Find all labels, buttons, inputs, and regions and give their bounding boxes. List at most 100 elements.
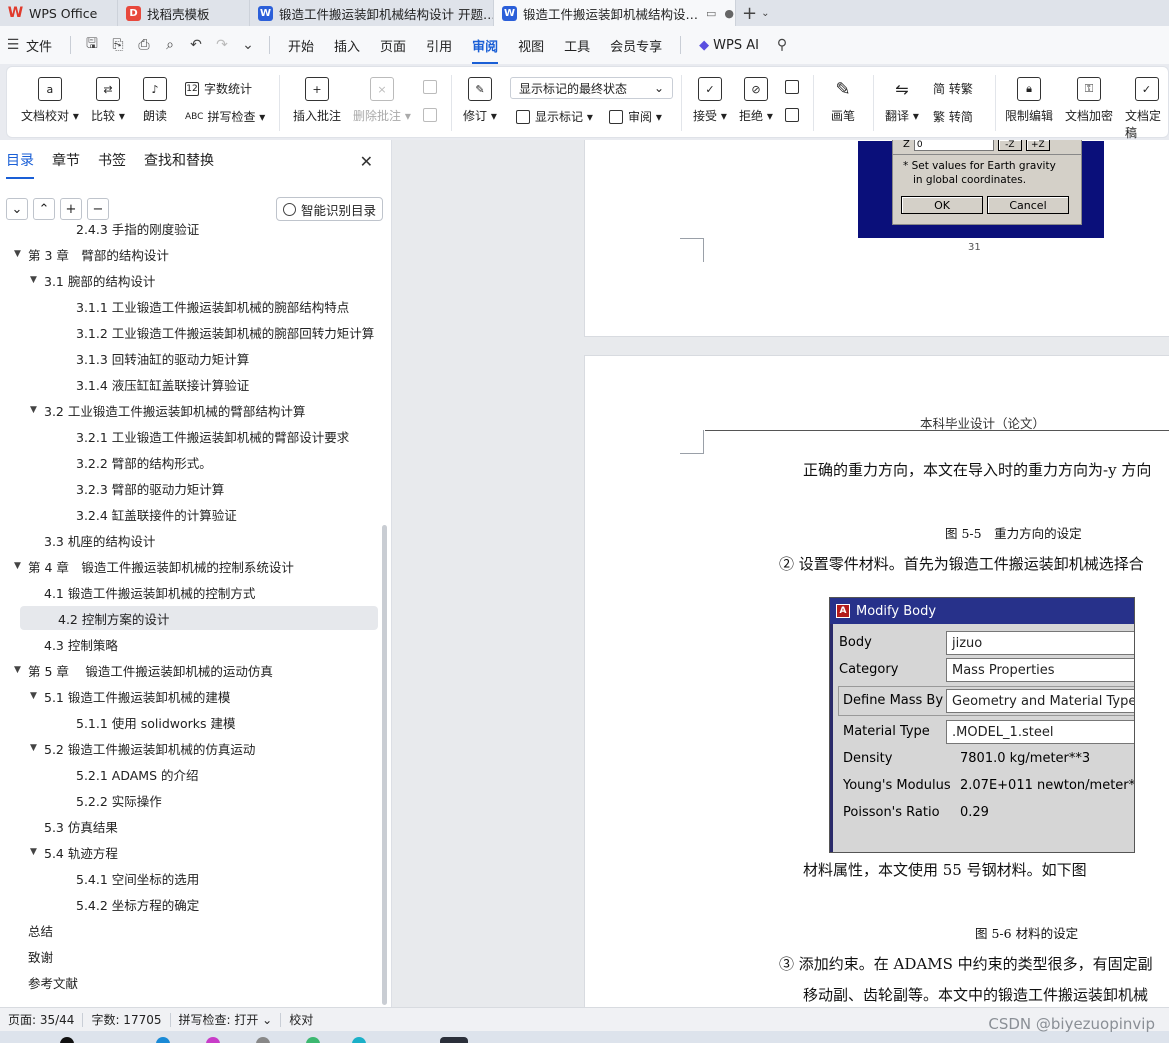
toc-item[interactable]: 4.2 控制方案的设计 xyxy=(20,606,378,630)
taskbar-app-icon[interactable] xyxy=(306,1037,320,1043)
new-tab-button[interactable]: + ⌄ xyxy=(736,0,775,26)
nav-tab-sections[interactable]: 章节 xyxy=(52,150,80,170)
nav-tab-toc[interactable]: 目录 xyxy=(6,150,34,179)
material-type-field[interactable]: .MODEL_1.steel xyxy=(946,720,1134,744)
toc-item[interactable]: ▼ 5.1 锻造工件搬运装卸机械的建模 xyxy=(0,684,230,708)
toc-item[interactable]: ▼ 第 3 章 臂部的结构设计 xyxy=(0,242,169,266)
toc-item[interactable]: 3.2.3 臂部的驱动力矩计算 xyxy=(0,476,224,500)
review-pane-button[interactable]: 审阅 ▾ xyxy=(609,108,662,125)
delete-comment-button[interactable]: × 删除批注 ▾ xyxy=(353,77,411,124)
reject-button[interactable]: ⊘ 拒绝 ▾ xyxy=(739,77,773,124)
to-traditional-button[interactable]: 简 转繁 xyxy=(933,80,973,97)
gravity-z-field[interactable]: 0 xyxy=(913,140,994,151)
tab-proposal-doc[interactable]: W 锻造工件搬运装卸机械结构设计 开题… xyxy=(250,0,494,26)
caret-down-icon[interactable]: ▼ xyxy=(30,275,44,285)
draw-button[interactable]: ✎ 画笔 xyxy=(831,77,855,124)
menu-view[interactable]: 视图 xyxy=(508,36,554,55)
encrypt-button[interactable]: ⚿ 文档加密 xyxy=(1065,77,1113,124)
caret-down-icon[interactable]: ▼ xyxy=(30,743,44,753)
toc-item[interactable]: ▼ 3.1 腕部的结构设计 xyxy=(0,268,155,292)
toc-item[interactable]: 5.2.2 实际操作 xyxy=(0,788,162,812)
taskbar-app-icon[interactable] xyxy=(440,1037,468,1043)
restrict-edit-button[interactable]: 🔒︎ 限制编辑 xyxy=(1005,77,1053,124)
close-icon[interactable]: ✕ xyxy=(360,152,373,171)
tab-daoke-templates[interactable]: D 找稻壳模板 xyxy=(118,0,250,26)
toc-item[interactable]: 参考文献 xyxy=(0,970,78,994)
export-icon[interactable]: ⎘ xyxy=(105,37,131,53)
toc-item[interactable]: 5.4.2 坐标方程的确定 xyxy=(0,892,199,916)
menu-member[interactable]: 会员专享 xyxy=(600,36,672,55)
word-count-button[interactable]: 12 字数统计 xyxy=(185,80,252,97)
caret-down-icon[interactable]: ▼ xyxy=(30,691,44,701)
define-mass-select[interactable]: Geometry and Material Type xyxy=(946,689,1134,713)
toc-item[interactable]: 3.2.4 缸盖联接件的计算验证 xyxy=(0,502,237,526)
toc-item[interactable]: 3.2.2 臂部的结构形式。 xyxy=(0,450,212,474)
hamburger-icon[interactable]: ☰ xyxy=(0,37,26,53)
toc-item[interactable]: 3.1.1 工业锻造工件搬运装卸机械的腕部结构特点 xyxy=(0,294,349,318)
save-icon[interactable]: 🖫 xyxy=(79,33,105,57)
print-preview-icon[interactable]: ⌕ xyxy=(157,37,183,53)
category-select[interactable]: Mass Properties xyxy=(946,658,1134,682)
print-icon[interactable]: ⎙ xyxy=(131,37,157,53)
toc-item[interactable]: 2.4.3 手指的刚度验证 xyxy=(0,216,199,240)
menu-start[interactable]: 开始 xyxy=(278,36,324,55)
next-comment-button[interactable] xyxy=(423,108,442,122)
menu-reference[interactable]: 引用 xyxy=(416,36,462,55)
menu-tools[interactable]: 工具 xyxy=(554,36,600,55)
to-simplified-button[interactable]: 繁 转简 xyxy=(933,108,973,125)
toc-item[interactable]: ▼ 第 5 章 锻造工件搬运装卸机械的运动仿真 xyxy=(0,658,273,682)
toc-item[interactable]: 5.1.1 使用 solidworks 建模 xyxy=(0,710,236,734)
doc-proofread-button[interactable]: a 文档校对 ▾ xyxy=(21,77,79,124)
toc-item[interactable]: 3.2.1 工业锻造工件搬运装卸机械的臂部设计要求 xyxy=(0,424,349,448)
nav-tab-bookmarks[interactable]: 书签 xyxy=(98,150,126,170)
toc-item[interactable]: 致谢 xyxy=(0,944,53,968)
caret-down-icon[interactable]: ▼ xyxy=(14,561,28,571)
spell-check-button[interactable]: ABC 拼写检查 ▾ xyxy=(185,108,265,125)
tab-current-doc[interactable]: W 锻造工件搬运装卸机械结构设… ▭ ● xyxy=(494,0,736,26)
insert-comment-button[interactable]: + 插入批注 xyxy=(293,77,341,124)
translate-button[interactable]: ⇋ 翻译 ▾ xyxy=(885,77,919,124)
finalize-button[interactable]: ✓ 文档定稿 xyxy=(1125,77,1168,141)
nav-tab-find-replace[interactable]: 查找和替换 xyxy=(144,150,214,170)
read-aloud-button[interactable]: ♪ 朗读 xyxy=(143,77,167,124)
redo-icon[interactable]: ↷ xyxy=(209,37,235,53)
proofread-status[interactable]: 校对 xyxy=(281,1011,321,1028)
next-change-button[interactable] xyxy=(785,108,804,122)
body-field[interactable]: jizuo xyxy=(946,631,1134,655)
menu-wps-ai[interactable]: ◆ WPS AI xyxy=(689,38,769,53)
spell-check-status[interactable]: 拼写检查: 打开 ⌄ xyxy=(171,1011,281,1028)
smart-toc-button[interactable]: 智能识别目录 xyxy=(276,197,384,221)
ok-button[interactable]: OK xyxy=(901,196,983,214)
accept-button[interactable]: ✓ 接受 ▾ xyxy=(693,77,727,124)
toc-item[interactable]: 5.2.1 ADAMS 的介绍 xyxy=(0,762,198,786)
chevron-down-icon[interactable]: ⌄ xyxy=(761,8,769,19)
toc-item[interactable]: 3.1.2 工业锻造工件搬运装卸机械的腕部回转力矩计算 xyxy=(0,320,374,344)
word-count-status[interactable]: 字数: 17705 xyxy=(83,1011,169,1028)
toc-item[interactable]: 总结 xyxy=(0,918,53,942)
scrollbar[interactable] xyxy=(382,525,387,1005)
taskbar-app-icon[interactable] xyxy=(256,1037,270,1043)
toc-item[interactable]: 4.3 控制策略 xyxy=(0,632,118,656)
caret-down-icon[interactable]: ▼ xyxy=(14,249,28,259)
page-indicator[interactable]: 页面: 35/44 xyxy=(0,1011,82,1028)
revise-button[interactable]: ✎ 修订 ▾ xyxy=(463,77,497,124)
toc-item[interactable]: 5.3 仿真结果 xyxy=(0,814,118,838)
toc-item[interactable]: 3.1.3 回转油缸的驱动力矩计算 xyxy=(0,346,249,370)
toc-item[interactable]: 4.1 锻造工件搬运装卸机械的控制方式 xyxy=(0,580,255,604)
toc-item[interactable]: ▼ 5.4 轨迹方程 xyxy=(0,840,118,864)
caret-down-icon[interactable]: ▼ xyxy=(30,847,44,857)
taskbar-app-icon[interactable] xyxy=(206,1037,220,1043)
toc-item[interactable]: 5.4.1 空间坐标的选用 xyxy=(0,866,199,890)
cancel-button[interactable]: Cancel xyxy=(987,196,1069,214)
toc-item[interactable]: ▼ 第 4 章 锻造工件搬运装卸机械的控制系统设计 xyxy=(0,554,294,578)
menu-insert[interactable]: 插入 xyxy=(324,36,370,55)
screen-icon[interactable]: ▭ xyxy=(706,7,716,20)
unsaved-dot-icon[interactable]: ● xyxy=(724,7,734,20)
show-markup-button[interactable]: 显示标记 ▾ xyxy=(516,108,593,125)
toc-item[interactable]: 3.3 机座的结构设计 xyxy=(0,528,155,552)
markup-state-select[interactable]: 显示标记的最终状态 ⌄ xyxy=(510,77,673,99)
more-chevron-icon[interactable]: ⌄ xyxy=(235,37,261,53)
compare-button[interactable]: ⇄ 比较 ▾ xyxy=(91,77,125,124)
search-icon[interactable]: ⚲ xyxy=(769,37,795,53)
plus-z-button[interactable]: +Z xyxy=(1025,140,1050,151)
